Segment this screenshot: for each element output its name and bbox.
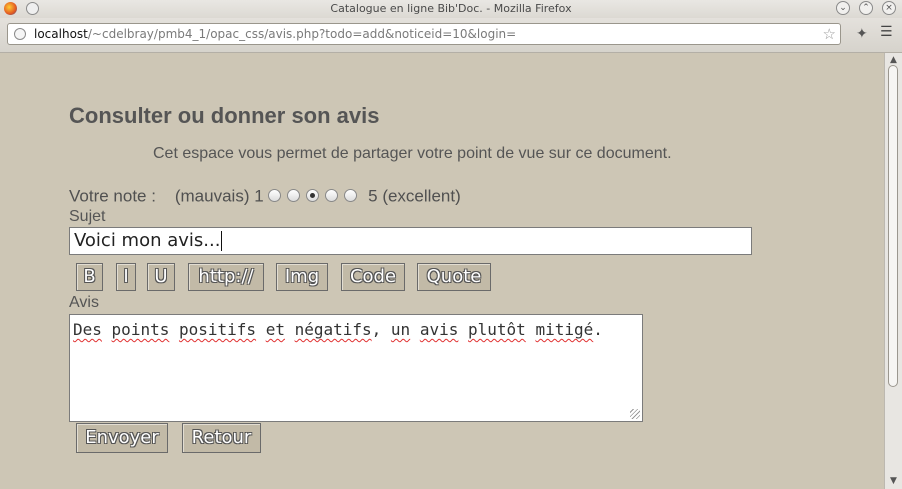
maximize-icon[interactable]: ⌃ xyxy=(859,1,873,15)
back-button[interactable]: Retour xyxy=(182,423,261,453)
page-title: Consulter ou donner son avis xyxy=(69,103,380,128)
review-word: . xyxy=(593,320,603,339)
text-caret xyxy=(221,231,223,251)
review-word: , xyxy=(371,320,391,339)
rating-radio-3[interactable] xyxy=(306,188,320,202)
rating-min-label: (mauvais) 1 xyxy=(174,186,264,206)
url-path: /~cdelbray/pmb4_1/opac_css/avis.php?todo… xyxy=(87,27,517,41)
window-menu-icon[interactable] xyxy=(26,2,39,15)
subject-label: Sujet xyxy=(69,208,106,225)
vertical-scrollbar[interactable]: ▲ ▼ xyxy=(884,53,902,489)
link-button[interactable]: http:// xyxy=(188,263,264,291)
review-word xyxy=(526,320,536,339)
subject-value: Voici mon avis... xyxy=(74,230,221,251)
rating-radio-2[interactable] xyxy=(287,188,301,202)
underline-button[interactable]: U xyxy=(147,263,175,291)
rating-row: Votre note : (mauvais) 1 5 (excellent) xyxy=(69,186,461,207)
url-host: localhost xyxy=(34,27,88,41)
review-label: Avis xyxy=(69,294,99,311)
firefox-icon xyxy=(4,2,17,15)
subject-input[interactable]: Voici mon avis... xyxy=(69,227,752,255)
url-bar[interactable]: localhost/~cdelbray/pmb4_1/opac_css/avis… xyxy=(7,23,841,45)
review-word xyxy=(256,320,266,339)
window-title: Catalogue en ligne Bib'Doc. - Mozilla Fi… xyxy=(330,2,572,15)
menu-icon[interactable]: ☰ xyxy=(880,24,893,40)
rating-radio-5[interactable] xyxy=(344,188,358,202)
review-word: et xyxy=(265,320,285,339)
page-content: Consulter ou donner son avis Cet espace … xyxy=(0,53,884,489)
rating-label: Votre note : xyxy=(69,186,156,206)
rating-radios xyxy=(268,187,363,206)
quote-button[interactable]: Quote xyxy=(417,263,491,291)
scroll-thumb[interactable] xyxy=(888,65,898,387)
star-icon[interactable]: ☆ xyxy=(823,25,836,43)
review-text: Des points positifs et négatifs, un avis… xyxy=(73,320,603,339)
review-word xyxy=(169,320,179,339)
url-text[interactable]: localhost/~cdelbray/pmb4_1/opac_css/avis… xyxy=(34,27,516,41)
review-word: Des xyxy=(73,320,102,339)
rating-radio-4[interactable] xyxy=(325,188,339,202)
review-word: mitigé xyxy=(535,320,594,339)
minimize-icon[interactable]: ⌄ xyxy=(836,1,850,15)
review-word xyxy=(458,320,468,339)
addon-icon[interactable]: ✦ xyxy=(856,26,868,42)
submit-button[interactable]: Envoyer xyxy=(76,423,168,453)
globe-icon xyxy=(14,28,26,40)
navigation-bar: localhost/~cdelbray/pmb4_1/opac_css/avis… xyxy=(0,18,902,53)
review-word: plutôt xyxy=(468,320,526,339)
bold-button[interactable]: B xyxy=(76,263,103,291)
image-button[interactable]: Img xyxy=(276,263,328,291)
review-word xyxy=(102,320,112,339)
code-button[interactable]: Code xyxy=(341,263,405,291)
intro-text: Cet espace vous permet de partager votre… xyxy=(153,145,672,162)
scroll-up-icon[interactable]: ▲ xyxy=(888,55,899,65)
review-word: un xyxy=(390,320,411,339)
resize-grip-icon[interactable] xyxy=(630,409,640,419)
review-word: négatifs xyxy=(294,320,372,339)
rating-max-label: 5 (excellent) xyxy=(368,186,461,206)
rating-radio-1[interactable] xyxy=(268,188,282,202)
review-word: avis xyxy=(419,320,459,339)
close-icon[interactable]: × xyxy=(882,1,896,15)
review-word: positifs xyxy=(178,320,257,339)
review-word: points xyxy=(111,320,170,339)
italic-button[interactable]: I xyxy=(116,263,136,291)
review-word xyxy=(285,320,295,339)
review-word xyxy=(410,320,420,339)
window-titlebar: Catalogue en ligne Bib'Doc. - Mozilla Fi… xyxy=(0,0,902,18)
review-textarea[interactable]: Des points positifs et négatifs, un avis… xyxy=(69,314,643,422)
scroll-down-icon[interactable]: ▼ xyxy=(888,476,899,486)
